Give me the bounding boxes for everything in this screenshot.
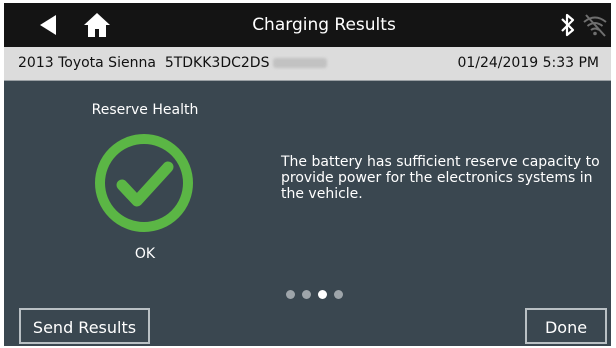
reserve-health-status: OK — [134, 246, 156, 262]
home-icon[interactable] — [82, 11, 112, 39]
charging-results-screen: Charging Results 2013 Toyota Sienna 5TDK… — [4, 3, 611, 346]
vehicle-info-bar: 2013 Toyota Sienna 5TDKK3DC2DS 01/24/201… — [4, 47, 611, 81]
done-button[interactable]: Done — [525, 308, 607, 344]
page-indicator[interactable] — [286, 284, 350, 299]
check-circle-icon — [95, 134, 193, 232]
result-message: The battery has sufficient reserve capac… — [281, 154, 600, 202]
send-results-button[interactable]: Send Results — [19, 308, 150, 344]
vehicle-vin: 5TDKK3DC2DS — [164, 55, 270, 71]
page-dot[interactable] — [302, 290, 311, 299]
bluetooth-icon — [561, 13, 575, 37]
back-arrow-icon[interactable] — [34, 12, 60, 38]
page-dot-active[interactable] — [318, 290, 327, 299]
page-dot[interactable] — [286, 290, 295, 299]
vehicle-name: 2013 Toyota Sienna — [18, 55, 156, 71]
page-title: Charging Results — [252, 15, 396, 35]
test-datetime: 01/24/2019 5:33 PM — [457, 55, 599, 71]
vehicle-info: 2013 Toyota Sienna 5TDKK3DC2DS — [18, 47, 328, 80]
reserve-health-label: Reserve Health — [91, 102, 199, 118]
wifi-disconnected-icon — [583, 14, 607, 37]
vin-redaction — [273, 58, 328, 68]
top-bar: Charging Results — [4, 3, 611, 47]
page-dot[interactable] — [334, 290, 343, 299]
